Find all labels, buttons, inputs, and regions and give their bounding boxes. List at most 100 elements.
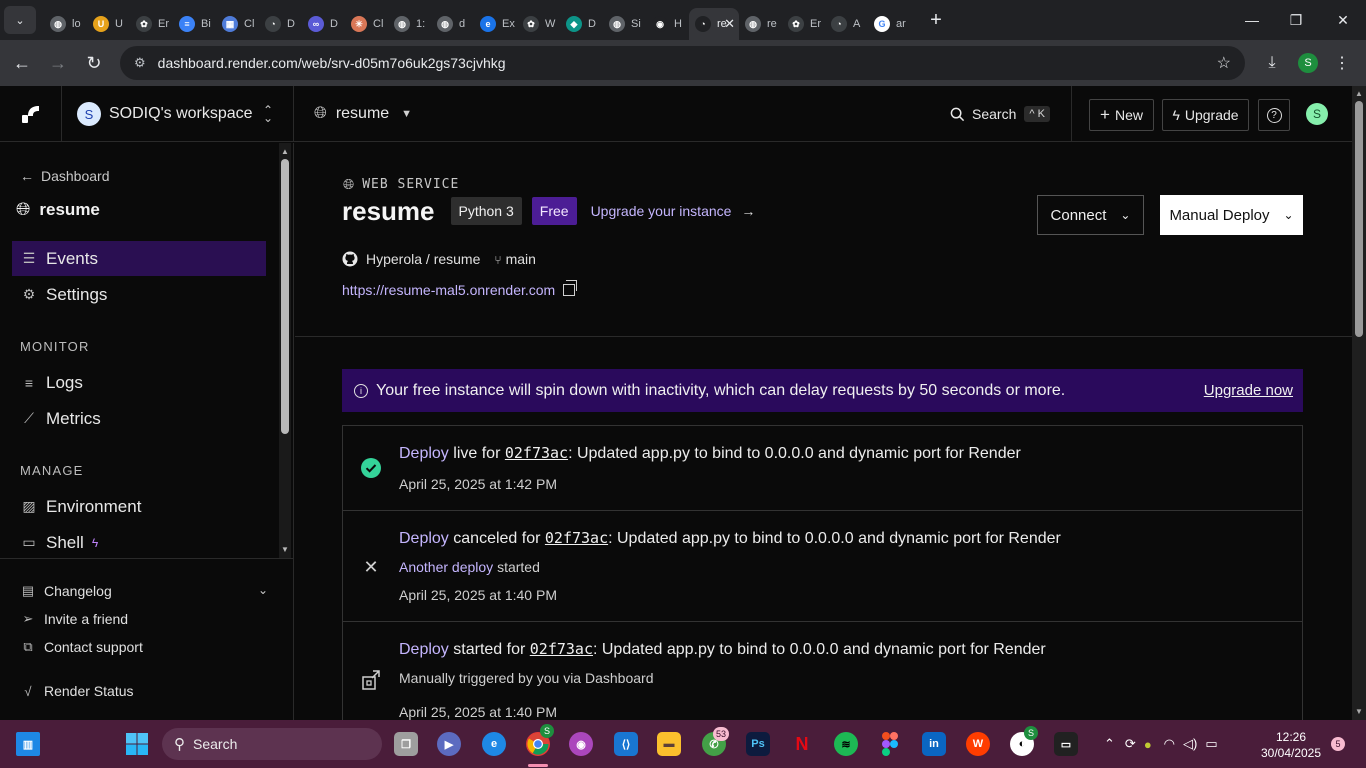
vscode-icon[interactable]: ⟨⟩ <box>614 732 638 756</box>
wps-icon[interactable]: W <box>966 732 990 756</box>
taskbar-clock[interactable]: 12:26 30/04/2025 <box>1258 729 1324 761</box>
browser-tab[interactable]: UU <box>87 8 130 40</box>
forward-button[interactable]: → <box>40 45 76 81</box>
browser-tab[interactable]: ▦ Cl <box>216 8 259 40</box>
browser-tab[interactable]: ◍ re <box>739 8 782 40</box>
figma-icon[interactable] <box>878 732 902 756</box>
chevron-up-icon[interactable]: ⌃ <box>1104 736 1115 752</box>
meet-icon[interactable]: ▶ <box>437 732 461 756</box>
project-switcher[interactable]: 🌐︎ resume ▼ <box>314 86 412 142</box>
browser-tab[interactable]: ◔ A <box>825 8 868 40</box>
event-row[interactable]: Deploy live for 02f73ac: Updated app.py … <box>343 426 1302 511</box>
browser-tab[interactable]: ◍ lo <box>44 8 87 40</box>
user-avatar[interactable]: S <box>1306 103 1328 125</box>
upgrade-now-link[interactable]: Upgrade now <box>1204 382 1293 399</box>
task-view-icon[interactable]: ❐ <box>394 732 418 756</box>
deploy-link[interactable]: Deploy <box>399 641 449 658</box>
profile-avatar[interactable]: S <box>1292 47 1324 79</box>
edge-icon[interactable]: e <box>482 732 506 756</box>
service-url-link[interactable]: https://resume-mal5.onrender.com <box>342 282 555 298</box>
upgrade-instance-link[interactable]: Upgrade your instance → <box>591 203 756 219</box>
sidebar-item-events[interactable]: ☰ Events <box>12 241 266 276</box>
browser-tab[interactable]: e Ex <box>474 8 517 40</box>
sync-icon[interactable]: ⟳ <box>1125 736 1136 752</box>
contact-support-link[interactable]: ⧉ Contact support <box>20 639 143 655</box>
browser-tab[interactable]: ◔ D <box>259 8 302 40</box>
browser-tab[interactable]: ✿ W <box>517 8 560 40</box>
spotify-icon[interactable]: ≋ <box>834 732 858 756</box>
another-deploy-link[interactable]: Another deploy <box>399 559 493 575</box>
chromium-icon[interactable]: ◉ <box>569 732 593 756</box>
commit-link[interactable]: 02f73ac <box>545 529 608 547</box>
sidebar-item-environment[interactable]: ▨ Environment <box>12 489 266 524</box>
downloads-icon[interactable]: ⤓ <box>1256 47 1288 79</box>
netflix-icon[interactable]: N <box>790 732 814 756</box>
repo-link[interactable]: Hyperola / resume <box>366 251 480 267</box>
page-scrollbar-thumb[interactable] <box>1355 101 1363 337</box>
sidebar-item-logs[interactable]: ≡ Logs <box>12 365 266 400</box>
widgets-icon[interactable]: ▥ <box>16 732 40 756</box>
help-button[interactable]: ? <box>1258 99 1290 131</box>
manual-deploy-button[interactable]: Manual Deploy ⌄ <box>1160 195 1303 235</box>
back-to-dashboard-link[interactable]: ← Dashboard <box>20 168 110 184</box>
deploy-link[interactable]: Deploy <box>399 445 449 462</box>
render-logo[interactable] <box>0 86 62 142</box>
minimize-button[interactable]: — <box>1229 0 1275 40</box>
bookmark-star-icon[interactable]: ☆ <box>1217 53 1231 73</box>
copy-icon[interactable] <box>563 280 578 296</box>
sidebar-item-shell[interactable]: ▭ Shell ϟ <box>12 525 266 558</box>
browser-tab[interactable]: ∞ D <box>302 8 345 40</box>
connect-button[interactable]: Connect ⌄ <box>1037 195 1144 235</box>
taskbar-search[interactable]: ⚲ Search <box>162 728 382 760</box>
linkedin-icon[interactable]: in <box>922 732 946 756</box>
address-bar[interactable]: ⚙ dashboard.render.com/web/srv-d05m7o6uk… <box>120 46 1245 80</box>
sidebar-service[interactable]: 🌐︎ resume <box>16 199 100 220</box>
commit-link[interactable]: 02f73ac <box>505 444 568 462</box>
browser-tab[interactable]: ◍ Si <box>603 8 646 40</box>
new-tab-button[interactable]: + <box>921 5 951 35</box>
browser-tab[interactable]: ≡ Bi <box>173 8 216 40</box>
render-status-link[interactable]: √ Render Status <box>20 683 133 699</box>
browser-tab[interactable]: ◍ d <box>431 8 474 40</box>
scroll-up-arrow[interactable]: ▲ <box>1354 89 1364 98</box>
browser-tab[interactable]: Gar <box>868 8 911 40</box>
chevron-down-icon[interactable]: ⌄ <box>258 583 268 597</box>
norton-icon[interactable]: ● <box>1144 737 1152 752</box>
search-button[interactable]: Search ^ K <box>950 86 1050 142</box>
browser-tab[interactable]: ✿ Er <box>130 8 173 40</box>
browser-tab[interactable]: ◔ re ✕ <box>689 8 739 40</box>
terminal-icon[interactable]: ▭ <box>1054 732 1078 756</box>
scroll-down-arrow[interactable]: ▼ <box>1354 707 1364 716</box>
sidebar-item-metrics[interactable]: ⟋ Metrics <box>12 401 266 436</box>
event-row[interactable]: Deploy started for 02f73ac: Updated app.… <box>343 622 1302 720</box>
site-info-icon[interactable]: ⚙ <box>134 55 146 71</box>
start-button[interactable] <box>125 732 149 756</box>
upgrade-button[interactable]: ϟ Upgrade <box>1162 99 1249 131</box>
browser-tab[interactable]: ◉ H <box>646 8 689 40</box>
invite-friend-link[interactable]: ➢ Invite a friend <box>20 611 129 627</box>
browser-tab[interactable]: ✿ Er <box>782 8 825 40</box>
browser-tab[interactable]: ◆ D <box>560 8 603 40</box>
reload-button[interactable]: ↻ <box>76 45 112 81</box>
workspace-switcher[interactable]: S SODIQ's workspace ⌃ ⌄ <box>62 86 294 142</box>
scroll-down-arrow[interactable]: ▼ <box>280 545 290 554</box>
sidebar-item-settings[interactable]: ⚙ Settings <box>12 277 266 312</box>
sidebar-scrollbar-thumb[interactable] <box>281 159 289 434</box>
commit-link[interactable]: 02f73ac <box>530 640 593 658</box>
browser-tab[interactable]: ◍ 1: <box>388 8 431 40</box>
file-explorer-icon[interactable]: ▬ <box>657 732 681 756</box>
page-scrollbar[interactable]: ▲ ▼ <box>1352 86 1366 720</box>
event-row[interactable]: ✕ Deploy canceled for 02f73ac: Updated a… <box>343 511 1302 622</box>
volume-icon[interactable]: ◁) <box>1183 736 1197 752</box>
close-window-button[interactable]: ✕ <box>1320 0 1366 40</box>
changelog-link[interactable]: ▤ Changelog <box>20 583 112 599</box>
new-button[interactable]: + New <box>1089 99 1154 131</box>
tab-search-button[interactable]: ⌄ <box>4 6 36 34</box>
browser-tab[interactable]: ✳ Cl <box>345 8 388 40</box>
deploy-link[interactable]: Deploy <box>399 530 449 547</box>
back-button[interactable]: ← <box>4 45 40 81</box>
restore-button[interactable]: ❐ <box>1273 0 1319 40</box>
browser-menu-icon[interactable]: ⋮ <box>1326 47 1358 79</box>
close-tab-icon[interactable]: ✕ <box>724 16 735 32</box>
scroll-up-arrow[interactable]: ▲ <box>280 147 290 156</box>
